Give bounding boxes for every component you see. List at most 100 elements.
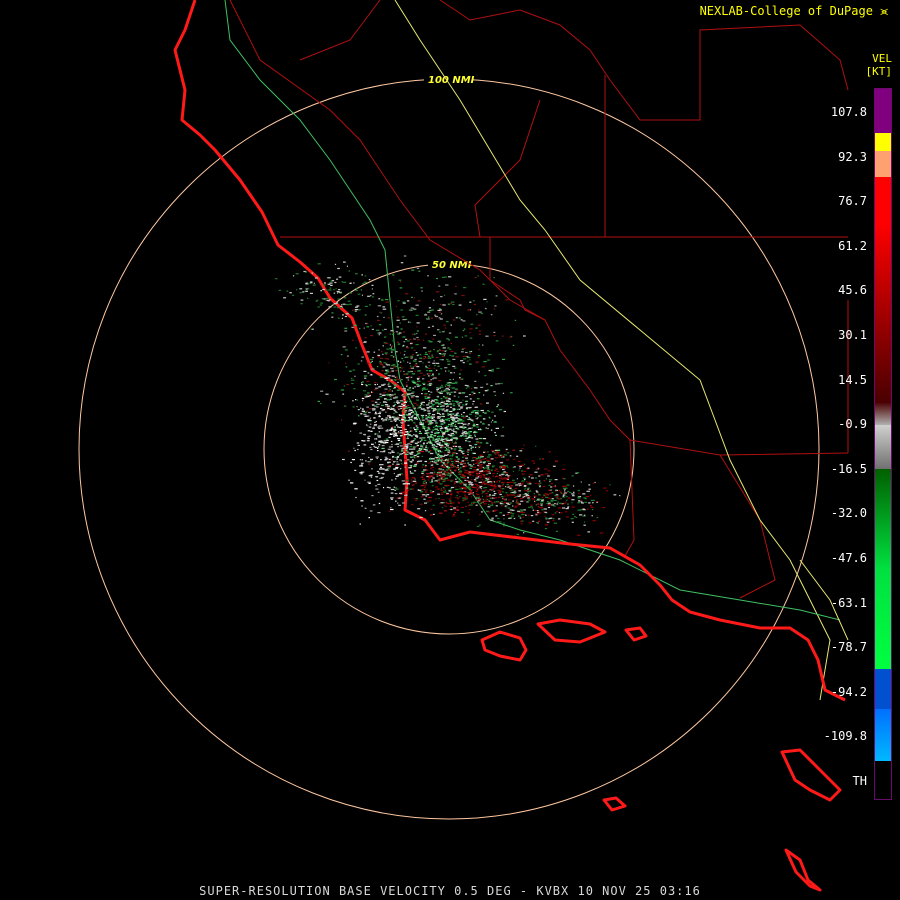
echo-pixel <box>380 427 384 429</box>
echo-pixel <box>444 510 447 512</box>
echo-pixel <box>583 524 586 526</box>
echo-pixel <box>514 534 516 536</box>
echo-pixel <box>514 506 517 508</box>
echo-pixel <box>469 328 473 330</box>
echo-pixel <box>474 435 476 437</box>
echo-pixel <box>413 438 416 440</box>
echo-pixel <box>549 492 552 494</box>
echo-pixel <box>340 307 343 309</box>
echo-pixel <box>469 332 471 334</box>
echo-pixel <box>370 295 372 297</box>
echo-pixel <box>432 444 435 446</box>
echo-pixel <box>520 520 522 522</box>
echo-pixel <box>412 488 414 490</box>
echo-pixel <box>388 458 391 460</box>
legend-color-segment <box>875 709 891 761</box>
echo-pixel <box>469 504 473 506</box>
echo-pixel <box>374 384 376 386</box>
echo-pixel <box>310 328 312 330</box>
echo-pixel <box>411 460 414 462</box>
echo-pixel <box>469 337 473 339</box>
echo-pixel <box>507 511 510 514</box>
echo-pixel <box>488 463 491 465</box>
echo-pixel <box>460 447 463 449</box>
echo-pixel <box>465 496 468 498</box>
echo-pixel <box>376 329 380 331</box>
echo-pixel <box>375 488 379 490</box>
echo-pixel <box>480 312 484 315</box>
echo-pixel <box>441 400 443 402</box>
echo-pixel <box>464 459 467 461</box>
echo-pixel <box>425 404 430 406</box>
echo-pixel <box>387 382 390 384</box>
echo-pixel <box>442 304 446 306</box>
legend-unit: [KT] <box>865 65 893 78</box>
echo-pixel <box>514 487 517 489</box>
echo-pixel <box>547 470 550 472</box>
echo-pixel <box>395 500 397 502</box>
echo-pixel <box>379 357 383 359</box>
echo-pixel <box>500 477 504 480</box>
echo-pixel <box>468 484 470 486</box>
echo-pixel <box>367 436 369 438</box>
echo-pixel <box>402 447 405 449</box>
echo-pixel <box>396 341 399 343</box>
echo-pixel <box>596 516 599 519</box>
echo-pixel <box>435 356 439 359</box>
echo-pixel <box>564 501 567 503</box>
echo-pixel <box>532 509 534 511</box>
echo-pixel <box>548 504 551 506</box>
echo-pixel <box>342 303 346 305</box>
echo-pixel <box>418 376 421 378</box>
echo-pixel <box>360 289 362 291</box>
echo-pixel <box>497 383 500 385</box>
echo-pixel <box>487 427 489 430</box>
echo-pixel <box>431 356 434 358</box>
echo-pixel <box>467 451 469 453</box>
echo-pixel <box>439 456 441 458</box>
echo-pixel <box>384 391 386 393</box>
echo-pixel <box>455 317 458 319</box>
echo-pixel <box>361 383 364 386</box>
echo-pixel <box>327 300 330 302</box>
echo-pixel <box>436 351 439 353</box>
echo-pixel <box>461 336 464 338</box>
echo-pixel <box>334 281 337 284</box>
echo-pixel <box>393 429 397 431</box>
echo-pixel <box>416 354 419 357</box>
echo-pixel <box>442 420 445 422</box>
echo-pixel <box>523 509 526 511</box>
echo-pixel <box>378 446 380 448</box>
echo-pixel <box>490 483 493 485</box>
echo-pixel <box>400 421 404 423</box>
echo-pixel <box>382 306 386 308</box>
echo-pixel <box>459 401 463 404</box>
echo-pixel <box>422 494 426 496</box>
echo-pixel <box>442 506 444 509</box>
echo-pixel <box>398 497 401 499</box>
echo-pixel <box>421 488 425 490</box>
echo-pixel <box>452 319 456 321</box>
echo-pixel <box>566 484 569 486</box>
echo-pixel <box>506 484 509 486</box>
echo-pixel <box>425 450 428 452</box>
echo-pixel <box>461 506 464 508</box>
echo-pixel <box>414 434 418 436</box>
echo-pixel <box>486 301 488 303</box>
echo-pixel <box>402 416 406 418</box>
echo-pixel <box>455 285 457 287</box>
echo-pixel <box>514 490 516 492</box>
echo-pixel <box>399 432 403 434</box>
echo-pixel <box>448 423 450 426</box>
echo-pixel <box>347 450 350 452</box>
echo-pixel <box>461 378 464 380</box>
echo-pixel <box>305 290 308 292</box>
echo-pixel <box>330 284 333 286</box>
echo-pixel <box>457 422 461 424</box>
echo-pixel <box>434 399 438 401</box>
echo-pixel <box>505 448 508 450</box>
echo-pixel <box>366 351 370 353</box>
echo-pixel <box>495 468 498 470</box>
echo-pixel <box>465 505 467 508</box>
echo-pixel <box>571 493 575 495</box>
